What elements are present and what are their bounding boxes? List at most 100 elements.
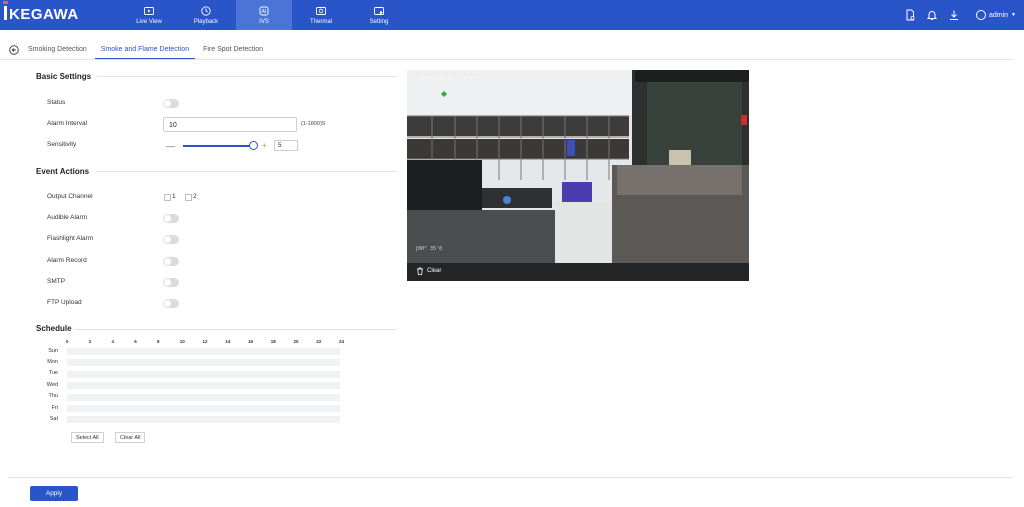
schedule-day-row[interactable] (67, 393, 340, 401)
nav-ivs[interactable]: AI IVS (236, 0, 292, 30)
user-menu[interactable]: admin ▼ (975, 10, 1016, 20)
schedule-hour-label: 0 (66, 339, 69, 344)
schedule-title: Schedule (36, 324, 72, 333)
bell-icon[interactable] (926, 9, 938, 21)
nav-label: Playback (193, 18, 219, 25)
smtp-label: SMTP (47, 278, 66, 285)
status-label: Status (47, 99, 66, 106)
sensitivity-label: Sensitivity (47, 141, 77, 148)
sensitivity-slider-handle[interactable] (249, 141, 258, 150)
schedule-day-row[interactable] (67, 370, 340, 378)
nav-label: Setting (369, 18, 389, 25)
schedule-hour-label: 2 (88, 339, 92, 344)
alarm-interval-input[interactable]: 10 (163, 117, 297, 132)
alarm-record-label: Alarm Record (47, 257, 87, 264)
select-all-button[interactable]: Select All (71, 432, 104, 443)
ai-icon: AI (259, 6, 269, 15)
section-divider (74, 329, 397, 330)
sensitivity-increase[interactable]: + (262, 141, 267, 150)
channel-1-label: 1 (172, 193, 176, 200)
nav-setting[interactable]: Setting (351, 0, 407, 30)
tab-smoking-detection[interactable]: Smoking Detection (22, 42, 93, 60)
tab-divider (0, 59, 1012, 60)
schedule-hour-label: 20 (293, 339, 299, 344)
schedule-hour-label: 8 (157, 339, 160, 344)
sensitivity-decrease[interactable]: — (166, 141, 175, 151)
schedule-day-row[interactable] (67, 405, 340, 412)
thermal-icon (316, 6, 326, 15)
apply-button[interactable]: Apply (30, 486, 78, 501)
brand-logo: KEGAWA (3, 1, 79, 23)
chevron-down-icon: ▼ (1011, 12, 1016, 18)
detection-tabs: Smoking Detection Smoke and Flame Detect… (22, 42, 269, 60)
schedule-hour-label: 14 (225, 339, 231, 344)
osd-timestamp: 2022-08-31 14:29:50 Wed (409, 72, 479, 78)
audible-alarm-toggle[interactable] (163, 214, 179, 223)
download-icon[interactable] (948, 9, 960, 21)
basic-settings-title: Basic Settings (36, 72, 92, 81)
alarm-interval-label: Alarm Interval (47, 120, 88, 127)
document-icon[interactable] (904, 9, 916, 21)
clear-label: Clear (427, 268, 442, 274)
sensitivity-value-input[interactable]: 5 (274, 140, 298, 151)
alarm-record-toggle[interactable] (163, 257, 179, 266)
clear-all-button[interactable]: Clear All (115, 432, 146, 443)
schedule-day-label: Mon (47, 358, 58, 365)
tab-smoke-and-flame-detection[interactable]: Smoke and Flame Detection (94, 42, 196, 60)
nav-label: IVS (259, 18, 269, 25)
channel-2-checkbox[interactable] (185, 194, 192, 201)
schedule-day-row[interactable] (67, 348, 340, 355)
channel-1-checkbox[interactable] (164, 194, 171, 201)
clear-button[interactable]: Clear (416, 267, 441, 275)
schedule-hour-label: 18 (270, 339, 276, 344)
osd-position: [00° 35'0 (415, 246, 443, 252)
status-toggle[interactable] (163, 99, 179, 108)
avatar (975, 10, 986, 20)
schedule-day-row[interactable] (67, 382, 340, 390)
section-divider (96, 171, 397, 172)
schedule-day-label: Tue (48, 370, 58, 377)
schedule-day-label: Thu (48, 393, 58, 400)
back-arrow-icon[interactable] (9, 45, 19, 55)
alarm-interval-range: (1-1800)S (301, 121, 326, 127)
camera-scene (407, 70, 749, 263)
schedule-day-label: Wed (46, 381, 58, 388)
schedule-hour-label: 4 (111, 339, 115, 344)
nav-playback[interactable]: Playback (178, 0, 234, 30)
nav-thermal[interactable]: Thermal (293, 0, 349, 30)
schedule-day-label: Fri (51, 404, 58, 411)
nav-live-view[interactable]: Live View (121, 0, 177, 30)
flashlight-alarm-label: Flashlight Alarm (47, 235, 94, 242)
flashlight-alarm-toggle[interactable] (163, 235, 179, 244)
schedule-hour-label: 22 (316, 339, 322, 344)
preview-toolbar (407, 263, 749, 281)
playback-icon (201, 5, 211, 16)
footer-divider (8, 477, 1012, 478)
event-actions-title: Event Actions (36, 167, 90, 176)
nav-label: Live View (136, 18, 162, 25)
schedule-day-row[interactable] (67, 416, 340, 424)
camera-preview[interactable]: 2022-08-31 14:29:50 Wed [00° 35'0 (407, 70, 749, 263)
svg-text:AI: AI (262, 9, 267, 15)
ftp-upload-toggle[interactable] (163, 299, 179, 308)
live-view-icon (144, 6, 154, 15)
schedule-day-label: Sat (49, 415, 58, 422)
section-divider (97, 76, 397, 77)
ftp-upload-label: FTP Upload (47, 299, 82, 306)
username: admin (988, 11, 1009, 19)
schedule-day-row[interactable] (67, 359, 340, 367)
output-channel-label: Output Channel (47, 193, 93, 200)
schedule-hour-label: 16 (248, 339, 254, 344)
audible-alarm-label: Audible Alarm (47, 214, 88, 221)
tab-fire-spot-detection[interactable]: Fire Spot Detection (197, 42, 269, 60)
schedule-hour-label: 24 (339, 339, 345, 344)
trash-icon (417, 267, 423, 275)
smtp-toggle[interactable] (163, 278, 179, 287)
schedule-hour-label: 6 (134, 339, 137, 344)
schedule-hour-label: 10 (179, 339, 185, 344)
schedule-hour-label: 12 (202, 339, 208, 344)
nav-label: Thermal (309, 18, 332, 25)
channel-2-label: 2 (193, 193, 197, 200)
schedule-day-label: Sun (48, 347, 58, 354)
top-navigation-bar: KEGAWA Live View Playback AI IVS Thermal… (0, 0, 1024, 30)
